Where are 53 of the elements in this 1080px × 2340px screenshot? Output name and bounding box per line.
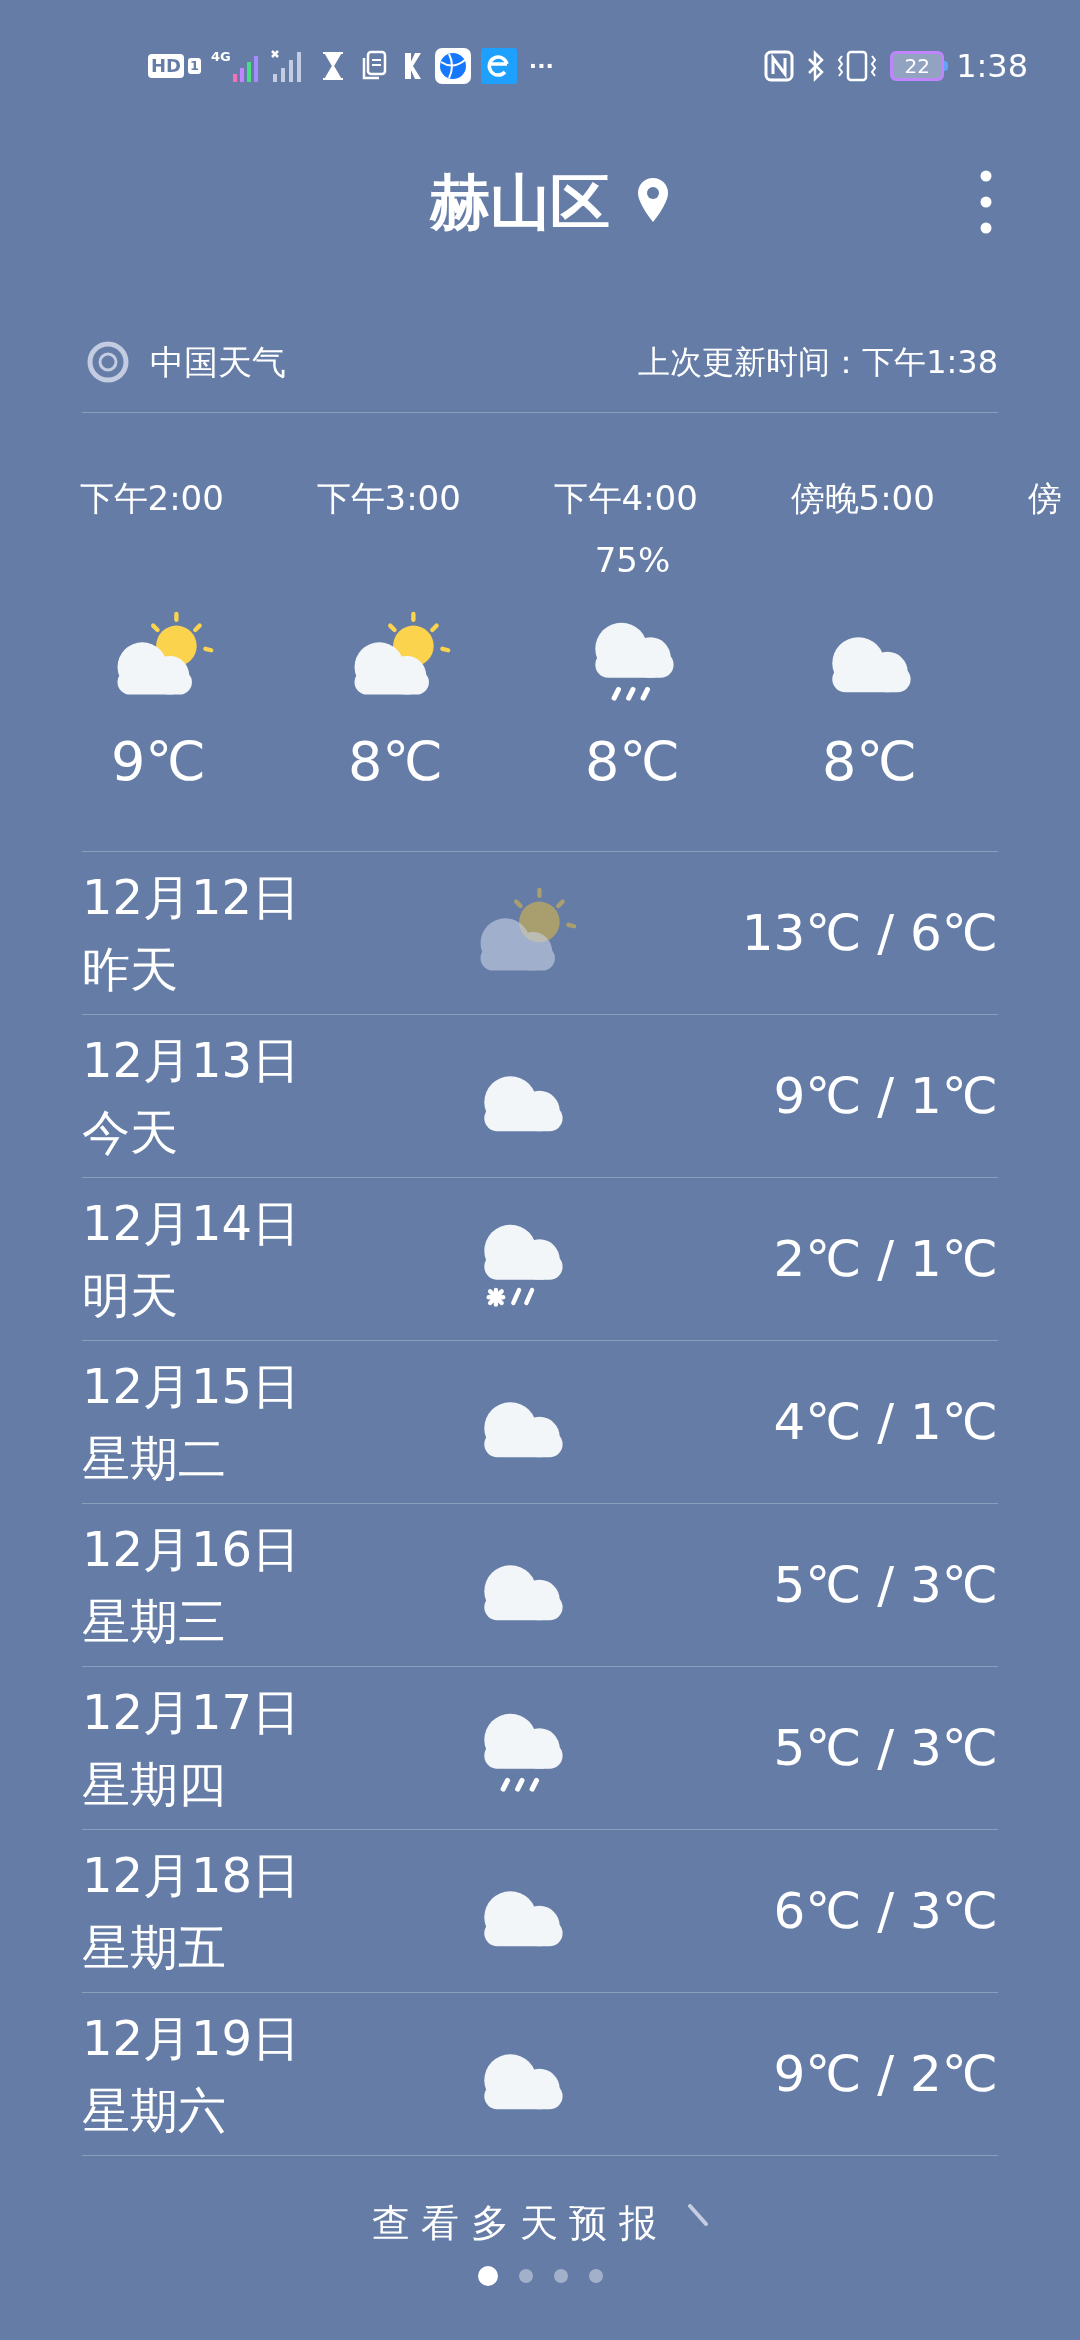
chevron-icon bbox=[688, 2204, 709, 2226]
last-updated-text: 上次更新时间：下午1:38 bbox=[638, 346, 998, 378]
hour-temperature: 8℃ bbox=[348, 735, 443, 789]
day-name: 明天 bbox=[82, 1266, 179, 1325]
documents-icon bbox=[360, 50, 387, 82]
temperature-range: 5℃ / 3℃ bbox=[773, 1723, 998, 1773]
temperature-range: 4℃ / 1℃ bbox=[773, 1397, 998, 1447]
app-e-icon bbox=[480, 48, 517, 84]
temperature-range: 13℃ / 6℃ bbox=[741, 908, 998, 958]
precipitation-chance: 75% bbox=[594, 539, 671, 582]
day-name: 星期六 bbox=[82, 2081, 227, 2140]
day-date: 12月16日 bbox=[82, 1520, 302, 1579]
hd-badge: HD bbox=[148, 54, 184, 78]
day-date: 12月18日 bbox=[82, 1846, 302, 1905]
day-name: 星期五 bbox=[82, 1918, 227, 1977]
location-title: 赫山区 bbox=[430, 172, 610, 232]
day-date: 12月13日 bbox=[82, 1031, 302, 1090]
battery-level: 22 bbox=[904, 56, 930, 76]
day-name: 星期二 bbox=[82, 1429, 227, 1488]
more-menu-icon[interactable] bbox=[980, 170, 992, 234]
temperature-range: 2℃ / 1℃ bbox=[773, 1234, 998, 1284]
temperature-range: 9℃ / 2℃ bbox=[773, 2049, 998, 2099]
temperature-range: 5℃ / 3℃ bbox=[773, 1560, 998, 1610]
day-name: 昨天 bbox=[82, 940, 179, 999]
day-date: 12月15日 bbox=[82, 1357, 302, 1416]
more-notifications: ··· bbox=[528, 55, 554, 77]
day-name: 星期四 bbox=[82, 1755, 227, 1814]
hour-label: 傍晚5:00 bbox=[790, 477, 935, 520]
clock: 1:38 bbox=[956, 50, 1028, 82]
hour-label: 傍 bbox=[1027, 477, 1062, 520]
temperature-range: 9℃ / 1℃ bbox=[773, 1071, 998, 1121]
day-name: 今天 bbox=[82, 1103, 179, 1162]
hour-temperature: 8℃ bbox=[822, 735, 917, 789]
day-date: 12月12日 bbox=[82, 868, 302, 927]
hour-label: 下午4:00 bbox=[553, 477, 698, 520]
globe-app-icon bbox=[434, 48, 471, 84]
network-label: 4G bbox=[211, 50, 231, 64]
hourglass-icon bbox=[320, 51, 345, 81]
source-name: 中国天气 bbox=[150, 345, 286, 379]
vibrate-icon bbox=[836, 50, 879, 82]
forecast-link[interactable]: 查看多天预报 bbox=[371, 2200, 669, 2246]
hour-temperature: 8℃ bbox=[585, 735, 680, 789]
sim-badge: 1 bbox=[188, 58, 202, 74]
day-date: 12月19日 bbox=[82, 2009, 302, 2068]
day-date: 12月17日 bbox=[82, 1683, 302, 1742]
app-k-icon bbox=[402, 51, 423, 81]
day-name: 星期三 bbox=[82, 1592, 227, 1651]
hour-temperature: 9℃ bbox=[111, 735, 206, 789]
day-date: 12月14日 bbox=[82, 1194, 302, 1253]
hour-label: 下午2:00 bbox=[79, 477, 224, 520]
nfc-icon bbox=[764, 50, 795, 82]
hour-label: 下午3:00 bbox=[316, 477, 461, 520]
temperature-range: 6℃ / 3℃ bbox=[773, 1886, 998, 1936]
